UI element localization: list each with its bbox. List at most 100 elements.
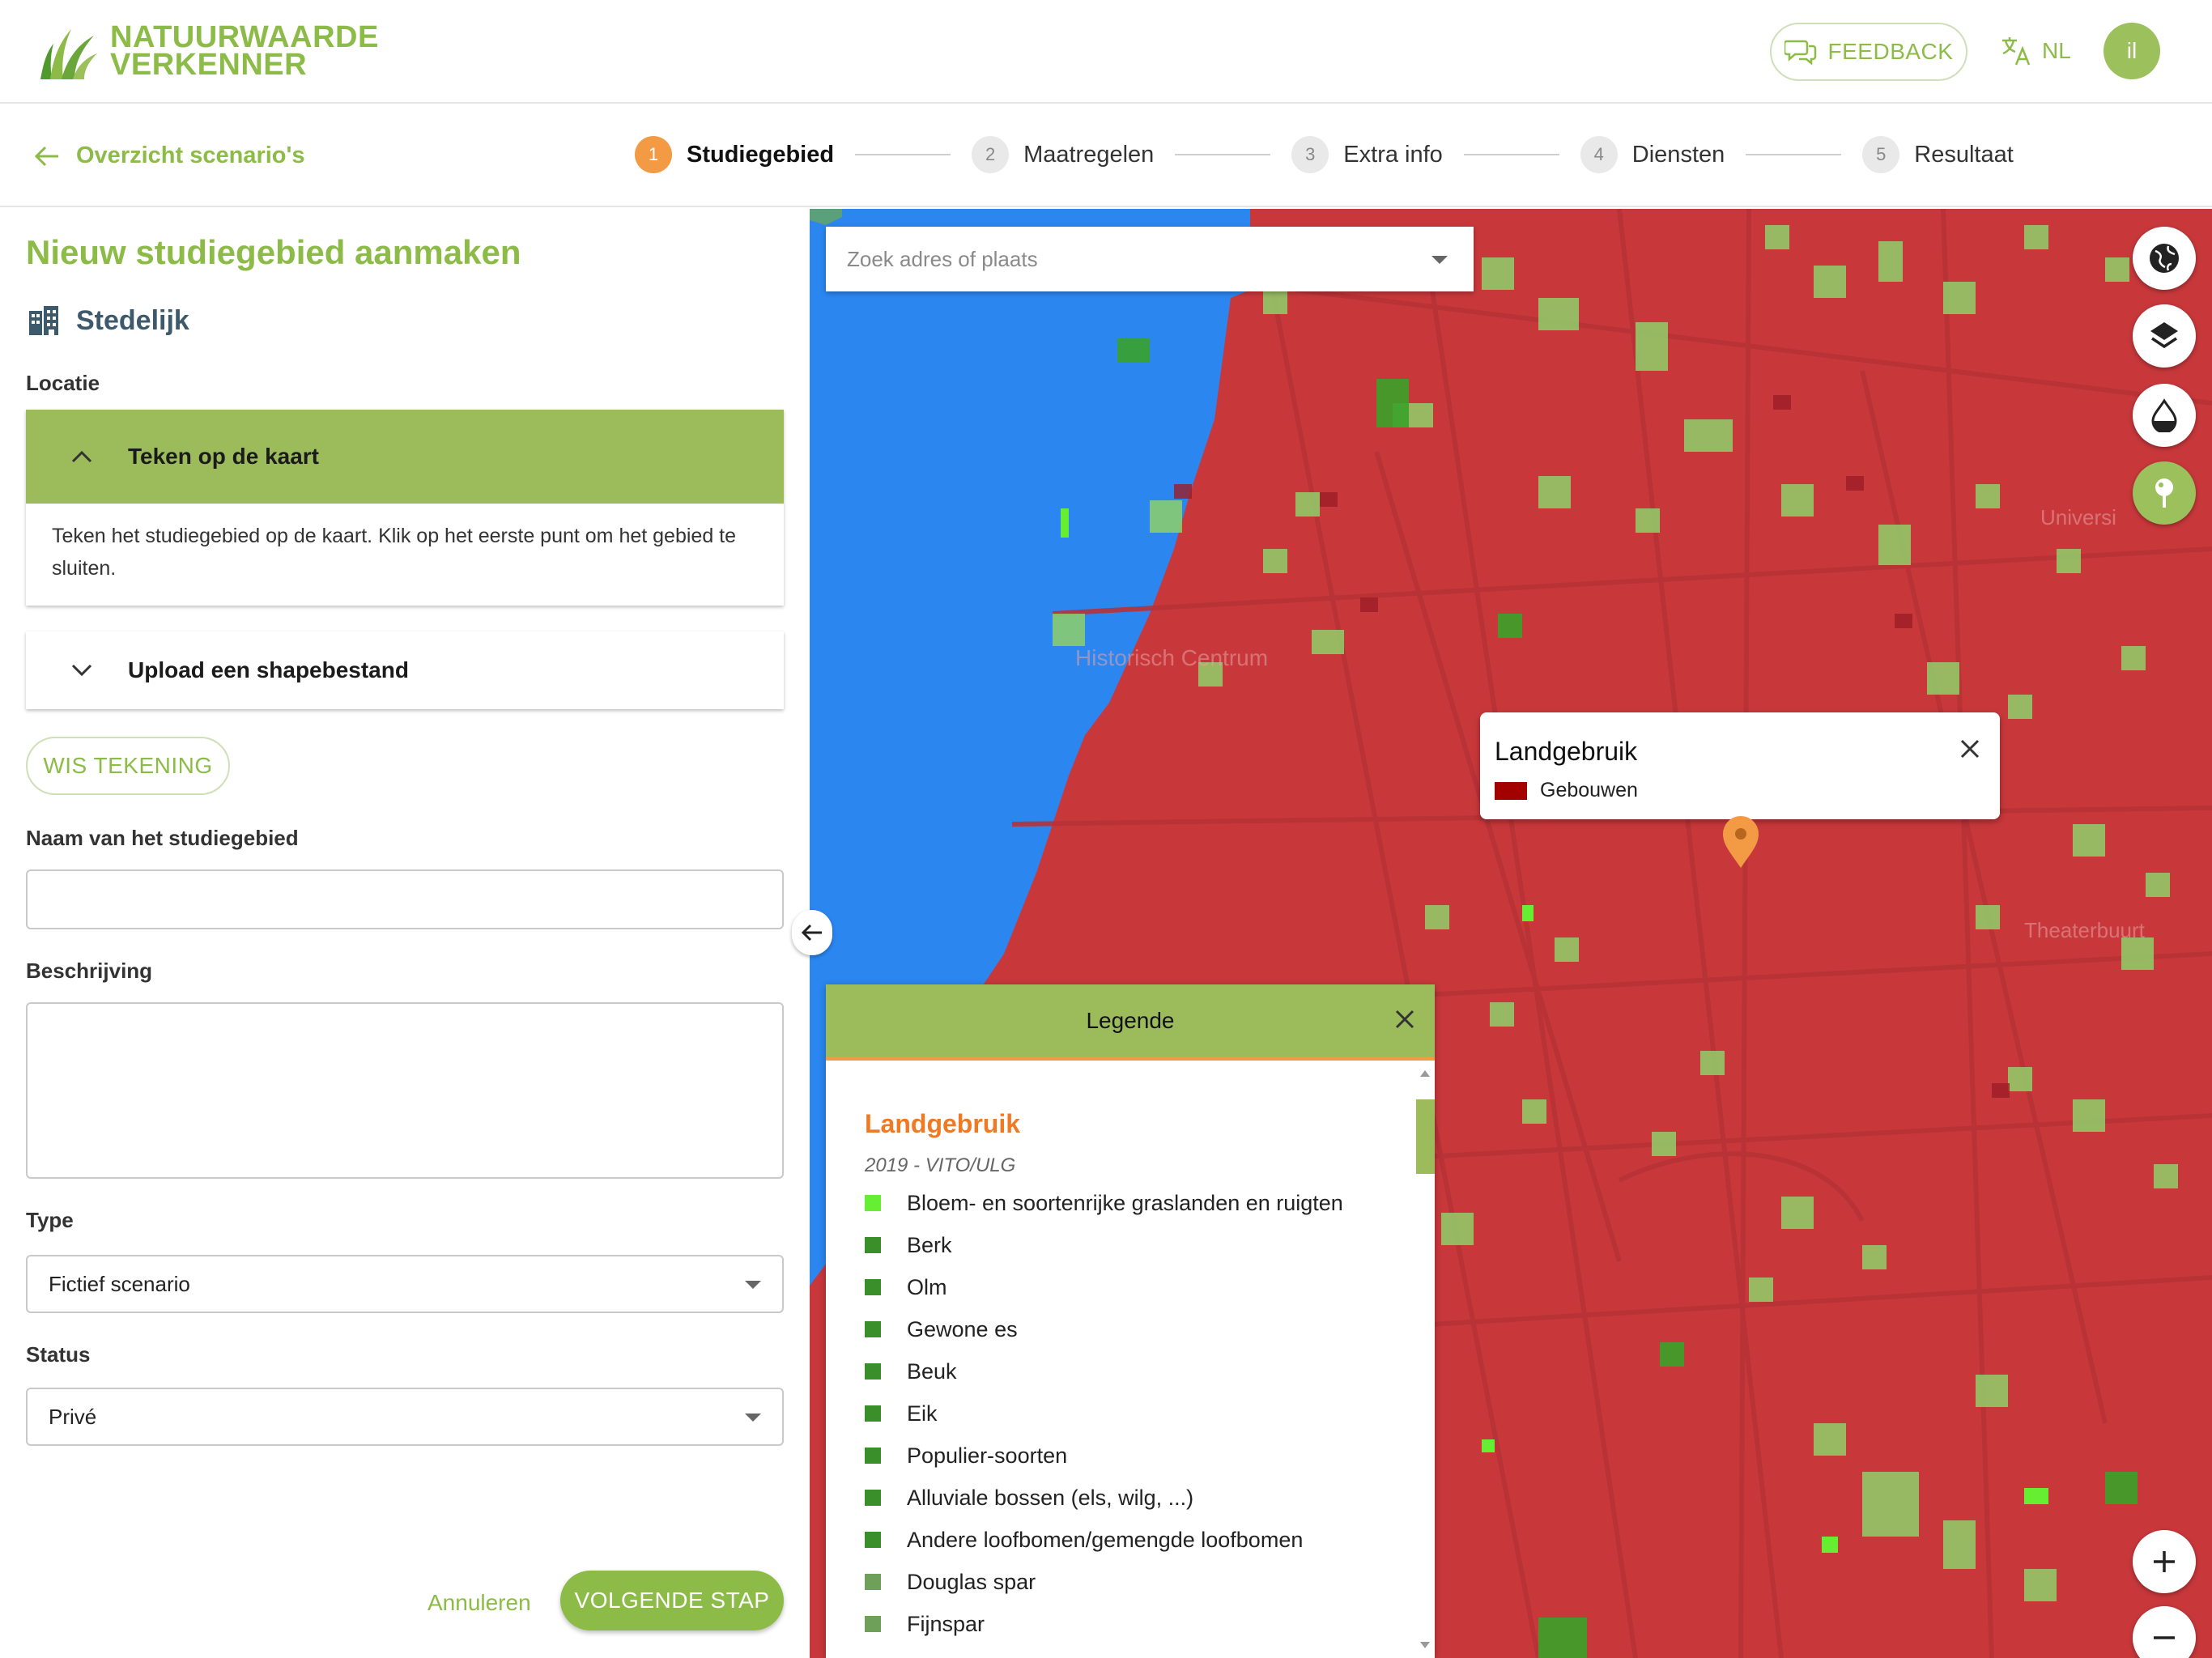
status-select[interactable]: Privé [26, 1388, 784, 1446]
layers-button[interactable] [2133, 304, 2196, 368]
legend-body[interactable]: Landgebruik 2019 - VITO/ULG Bloem- en so… [826, 1064, 1435, 1658]
type-label: Type [26, 1208, 74, 1232]
description-textarea[interactable] [26, 1002, 784, 1179]
legend-swatch [865, 1195, 881, 1211]
close-icon[interactable] [1393, 1007, 1417, 1031]
chevron-up-icon [71, 450, 92, 463]
close-icon[interactable] [1958, 737, 1982, 761]
identify-pin-button[interactable] [2133, 461, 2196, 525]
cancel-button[interactable]: Annuleren [428, 1590, 531, 1616]
map-label-district: Theaterbuurt [2024, 918, 2146, 942]
next-step-button[interactable]: VOLGENDE STAP [560, 1571, 784, 1630]
step-label: Resultaat [1914, 141, 2014, 168]
accordion-draw-on-map: Teken op de kaart Teken het studiegebied… [26, 410, 784, 606]
legend-item-label: Eik [907, 1401, 938, 1426]
app-logo[interactable]: NATUURWAARDE VERKENNER [37, 21, 379, 81]
legend-swatch [865, 1532, 881, 1548]
area-type-label: Stedelijk [76, 304, 189, 336]
feedback-label: FEEDBACK [1827, 39, 1954, 64]
map-label-district: Universi [2040, 505, 2116, 529]
legend-item: Bloem- en soortenrijke graslanden en rui… [865, 1182, 1343, 1224]
step-label: Extra info [1343, 141, 1443, 168]
logo-line-2: VERKENNER [110, 48, 308, 82]
legend-items: Bloem- en soortenrijke graslanden en rui… [865, 1182, 1343, 1645]
step-resultaat[interactable]: 5 Resultaat [1862, 136, 2014, 173]
step-number: 3 [1291, 136, 1329, 173]
legend-item: Gewone es [865, 1308, 1343, 1350]
collapse-panel-button[interactable] [792, 910, 832, 955]
scrollbar-thumb[interactable] [1416, 1099, 1435, 1174]
logo-line-1: NATUURWAARDE [110, 20, 379, 54]
opacity-button[interactable] [2133, 384, 2196, 447]
feature-info-popup: Landgebruik Gebouwen [1480, 712, 2000, 819]
location-label: Locatie [26, 371, 100, 395]
user-avatar[interactable]: il [2104, 23, 2160, 79]
language-selector[interactable]: NL [2000, 36, 2071, 66]
grass-logo-icon [40, 29, 97, 79]
legend-swatch [865, 1363, 881, 1380]
step-number: 1 [635, 136, 672, 173]
legend-item: Andere loofbomen/gemengde loofbomen [865, 1519, 1343, 1561]
layers-icon [2150, 322, 2178, 349]
back-label: Overzicht scenario's [76, 142, 305, 168]
legend-item-label: Douglas spar [907, 1569, 1036, 1594]
legend-swatch [865, 1405, 881, 1422]
step-maatregelen[interactable]: 2 Maatregelen [972, 136, 1154, 173]
chat-bubbles-icon [1784, 40, 1816, 66]
arrow-left-icon [801, 924, 822, 942]
description-label: Beschrijving [26, 959, 153, 983]
accordion-draw-header[interactable]: Teken op de kaart [26, 410, 784, 504]
scroll-up-arrow-icon[interactable] [1420, 1070, 1430, 1077]
legend-item: Beuk [865, 1350, 1343, 1392]
legend-item: Fijnspar [865, 1603, 1343, 1645]
minus-icon [2154, 1636, 2175, 1639]
avatar-initials: il [2126, 38, 2138, 63]
area-type-heading: Stedelijk [28, 304, 189, 337]
step-extra-info[interactable]: 3 Extra info [1291, 136, 1443, 173]
legend-header: Legende [826, 984, 1435, 1061]
feedback-button[interactable]: FEEDBACK [1770, 23, 1967, 81]
step-number: 4 [1580, 136, 1618, 173]
accordion-upload-shapefile[interactable]: Upload een shapebestand [26, 631, 784, 709]
zoom-in-button[interactable] [2133, 1530, 2196, 1593]
buildings-icon [29, 306, 58, 335]
step-studiegebied[interactable]: 1 Studiegebied [635, 136, 834, 173]
address-search-input[interactable]: Zoek adres of plaats [826, 227, 1474, 291]
legend-item-label: Gewone es [907, 1316, 1018, 1341]
map-view[interactable]: Historisch Centrum Theaterbuurt Universi… [810, 209, 2212, 1658]
pin-icon [2155, 478, 2173, 508]
step-connector [1175, 154, 1271, 155]
dropdown-arrow-icon [745, 1281, 761, 1289]
step-label: Studiegebied [687, 141, 835, 168]
back-to-overview-link[interactable]: Overzicht scenario's [34, 142, 305, 169]
type-value: Fictief scenario [49, 1271, 190, 1296]
legend-swatch [865, 1237, 881, 1253]
legend-swatch [865, 1321, 881, 1337]
step-number: 2 [972, 136, 1010, 173]
type-select[interactable]: Fictief scenario [26, 1255, 784, 1313]
draw-option-label: Teken op de kaart [128, 444, 320, 469]
legend-item: Olm [865, 1266, 1343, 1308]
legend-item: Douglas spar [865, 1561, 1343, 1603]
globe-icon [2150, 244, 2179, 273]
legend-swatch [865, 1279, 881, 1295]
scroll-down-arrow-icon[interactable] [1420, 1642, 1430, 1648]
step-diensten[interactable]: 4 Diensten [1580, 136, 1725, 173]
upload-option-label: Upload een shapebestand [128, 657, 409, 682]
land-use-swatch [1495, 782, 1527, 800]
app-header: NATUURWAARDE VERKENNER FEEDBACK NL il [0, 0, 2212, 104]
legend-source: 2019 - VITO/ULG [865, 1154, 1016, 1176]
basemap-button[interactable] [2133, 227, 2196, 290]
chevron-down-icon [71, 664, 92, 677]
legend-scrollbar[interactable] [1414, 1070, 1435, 1658]
study-area-name-input[interactable] [26, 869, 784, 929]
legend-swatch [865, 1616, 881, 1632]
legend-item-label: Alluviale bossen (els, wilg, ...) [907, 1485, 1194, 1510]
page-title: Nieuw studiegebied aanmaken [26, 233, 521, 271]
legend-swatch [865, 1490, 881, 1506]
legend-item: Eik [865, 1392, 1343, 1435]
language-code: NL [2042, 38, 2071, 63]
legend-item-label: Beuk [907, 1358, 957, 1384]
clear-drawing-button[interactable]: WIS TEKENING [26, 737, 230, 795]
plus-icon [2154, 1551, 2175, 1572]
